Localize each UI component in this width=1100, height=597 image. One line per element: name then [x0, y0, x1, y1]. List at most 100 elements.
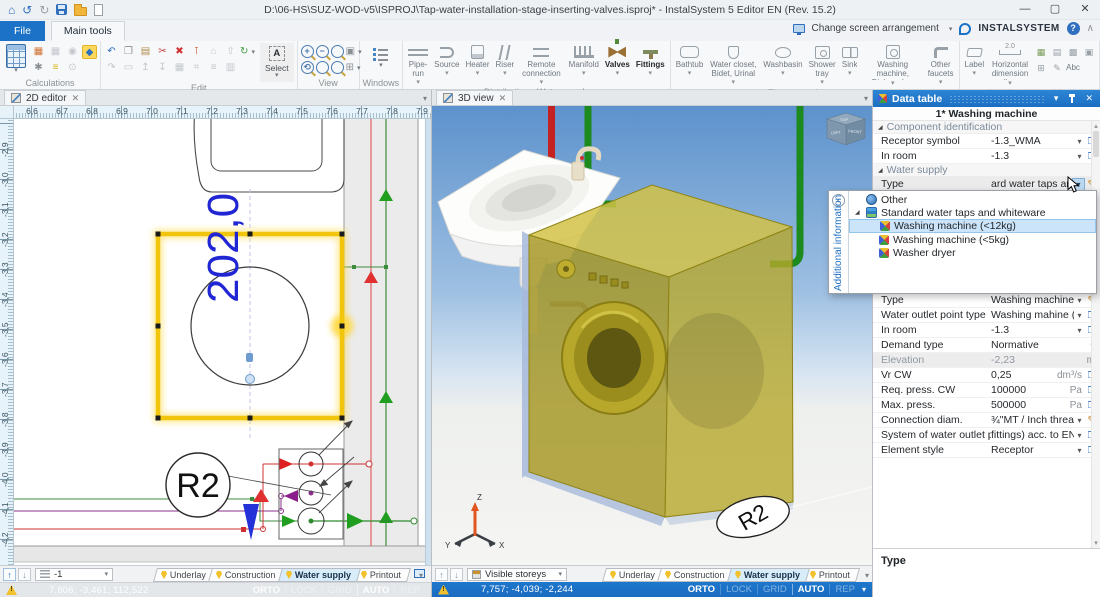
scroll-thumb[interactable] [1093, 131, 1099, 157]
rotation-handle-icon[interactable] [246, 375, 255, 384]
storey-down-icon[interactable]: ↓ [450, 568, 463, 581]
pan-icon[interactable] [331, 61, 344, 74]
open-folder-icon[interactable] [74, 7, 87, 16]
storey-down-icon[interactable]: ↓ [18, 568, 31, 581]
mode-grid[interactable]: GRID [322, 585, 357, 596]
dropdown-arrow-icon[interactable]: ▾ [1074, 326, 1085, 335]
water-calc-icon[interactable]: ◆ [82, 45, 97, 59]
copy-icon[interactable]: ❐ [121, 45, 136, 59]
zoom-previous-icon[interactable]: ⟲ [301, 61, 314, 74]
panel-menu-icon[interactable]: ▾ [1052, 93, 1061, 104]
layer-tab-construction[interactable]: Construction [657, 568, 735, 582]
scroll-up-icon[interactable]: ▴ [1092, 122, 1100, 130]
ribbon-item-other-faucets[interactable]: Other faucets▾ [926, 43, 956, 86]
ribbon-item-water-closet[interactable]: Water closet, Bidet, Urinal▾ [707, 43, 759, 86]
ribbon-item-washbasin[interactable]: Washbasin▾ [761, 43, 804, 77]
zoom-extents-icon[interactable]: ▣▾ [346, 45, 356, 59]
3d-canvas[interactable]: R2 TOP LEFT FRONT [432, 106, 872, 565]
close-button[interactable]: ✕ [1070, 0, 1100, 20]
storey-up-icon[interactable]: ↑ [3, 568, 16, 581]
save-icon[interactable] [56, 4, 67, 15]
ribbon-item-source[interactable]: Source▾ [432, 43, 461, 77]
maximize-button[interactable]: ▢ [1040, 0, 1070, 20]
hatch-icon[interactable]: ▩ [1066, 45, 1080, 59]
undo-edit-icon[interactable]: ↶ [104, 45, 119, 59]
navigation-cube[interactable]: TOP LEFT FRONT [827, 113, 865, 145]
text-icon[interactable]: Abc [1066, 61, 1080, 75]
layer-tabs-menu-icon[interactable]: ▾ [865, 571, 869, 580]
panel-scrollbar[interactable]: ▴ ▾ [1091, 121, 1100, 548]
collapse-ribbon-icon[interactable]: ∧ [1087, 23, 1094, 34]
additional-information-tab[interactable]: ‹ Additional information [829, 191, 849, 293]
tab-main-tools[interactable]: Main tools [51, 21, 125, 41]
mode-orto[interactable]: ORTO [248, 585, 285, 596]
tab-list-icon[interactable]: ▾ [423, 94, 427, 103]
home-icon[interactable]: ⌂ [8, 4, 15, 16]
ribbon-item-washing-machine[interactable]: Washing machine, Dishwasher▾ [862, 43, 924, 87]
stamp-icon[interactable]: ✎ [1050, 61, 1064, 75]
change-screen-arrangement[interactable]: Change screen arrangement [812, 23, 939, 34]
zoom-window-icon[interactable] [331, 45, 344, 58]
status-menu-icon[interactable]: ▾ [862, 585, 866, 594]
washing-machine-3d[interactable] [522, 185, 793, 526]
washbasin-outline[interactable] [194, 119, 344, 192]
ribbon-item-riser[interactable]: Riser▾ [494, 43, 517, 77]
dropdown-arrow-icon[interactable]: ▾ [1074, 416, 1085, 425]
calculations-button[interactable]: ▾ [3, 43, 29, 75]
minimize-button[interactable]: — [1010, 0, 1040, 20]
table-icon[interactable]: ⊞ [1034, 61, 1048, 75]
dimension-text[interactable]: 202,0 [199, 193, 248, 303]
pin-icon[interactable] [1068, 94, 1075, 103]
paste-icon[interactable]: ▤ [138, 45, 153, 59]
ribbon-item-heater[interactable]: Heater▾ [464, 43, 492, 77]
help-icon[interactable]: ? [1067, 22, 1080, 35]
dropdown-arrow-icon[interactable]: ▾ [1074, 446, 1085, 455]
refresh-icon[interactable]: ↻▾ [240, 45, 255, 59]
ribbon-item-valves[interactable]: Valves▾ [603, 43, 632, 77]
selected-washing-machine[interactable] [156, 232, 354, 421]
windows-list-icon[interactable] [373, 47, 389, 61]
panel-close-icon[interactable]: ✕ [1083, 93, 1095, 104]
new-file-icon[interactable] [94, 4, 103, 16]
ribbon-item-remote-connection[interactable]: Remote connection▾ [518, 43, 564, 86]
dropdown-arrow-icon[interactable]: ▾ [1074, 296, 1085, 305]
tree-item-other[interactable]: ◢Other [849, 193, 1096, 206]
dropdown-arrow-icon[interactable]: ▾ [1074, 431, 1085, 440]
storey-selector[interactable]: -1 ▾ [35, 568, 113, 581]
cut-icon[interactable]: ✂ [155, 45, 170, 59]
close-tab-icon[interactable]: ✕ [499, 93, 507, 104]
tree-item-washer-dryer[interactable]: Washer dryer [849, 246, 1096, 259]
tab-2d-editor[interactable]: 2D editor ✕ [4, 90, 86, 105]
tree-item-washing-machine-5kg[interactable]: Washing machine (<5kg) [849, 233, 1096, 246]
layer-tab-printout[interactable]: Printout [802, 568, 860, 582]
ribbon-item-manifold[interactable]: Manifold▾ [567, 43, 601, 77]
2d-canvas[interactable]: 202,0 [14, 119, 431, 565]
mode-orto[interactable]: ORTO [683, 584, 720, 595]
results-icon[interactable]: ≡ [48, 61, 63, 75]
warning-icon[interactable] [6, 585, 17, 595]
legend-icon[interactable]: ▤ [1050, 45, 1064, 59]
tab-file[interactable]: File [0, 21, 45, 41]
ribbon-item-shower-tray[interactable]: Shower tray▾ [807, 43, 838, 86]
mode-auto[interactable]: AUTO [792, 584, 830, 595]
tab-list-icon[interactable]: ▾ [864, 94, 868, 103]
redo-icon[interactable]: ↻ [39, 4, 49, 16]
mode-lock[interactable]: LOCK [720, 584, 757, 595]
tree-item-standard-taps[interactable]: ◢Standard water taps and whiteware [849, 206, 1096, 219]
dropdown-arrow-icon[interactable]: ▾ [1074, 137, 1085, 146]
ribbon-item-sink[interactable]: Sink▾ [840, 43, 860, 77]
select-button[interactable]: A Select ▾ [260, 43, 294, 82]
layer-tab-water-supply[interactable]: Water supply [278, 568, 361, 582]
zoom-out-icon[interactable]: − [316, 45, 329, 58]
dropdown-arrow-icon[interactable]: ▾ [1074, 152, 1085, 161]
layer-tab-construction[interactable]: Construction [208, 568, 286, 582]
layer-tabs-menu-icon[interactable]: ▾ [419, 571, 423, 580]
ribbon-item-bathtub[interactable]: Bathtub▾ [674, 43, 706, 77]
layer-tab-underlay[interactable]: Underlay [153, 568, 216, 582]
mode-grid[interactable]: GRID [757, 584, 792, 595]
delete-icon[interactable]: ✖ [172, 45, 187, 59]
zoom-in-icon[interactable]: + [301, 45, 314, 58]
calc-settings-icon[interactable]: ✱ [31, 61, 46, 75]
mode-rep[interactable]: REP [829, 584, 860, 595]
viewport-icon[interactable]: ⊞▾ [346, 61, 356, 75]
